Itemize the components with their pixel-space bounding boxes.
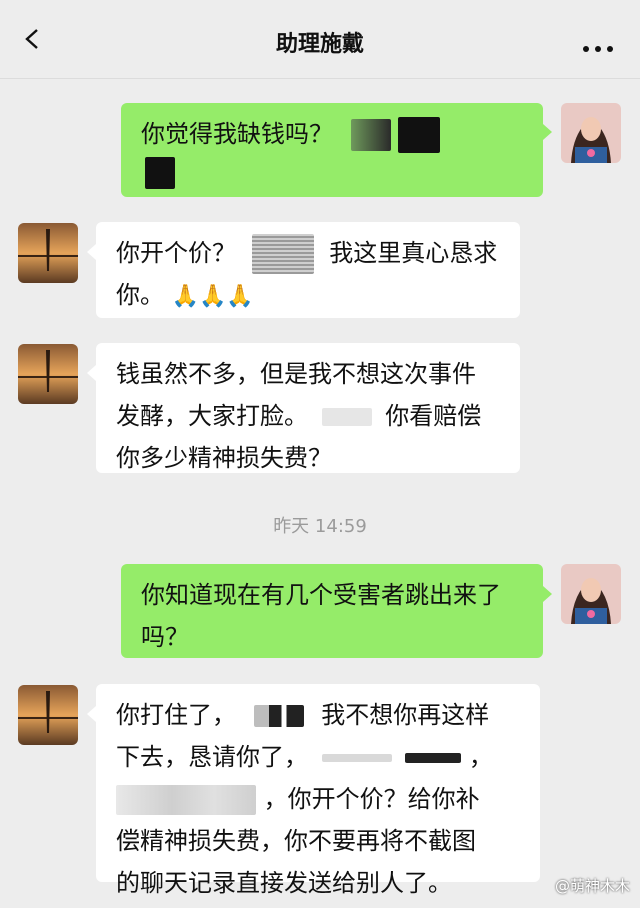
redacted-block (350, 119, 391, 151)
redacted-block (251, 234, 314, 274)
redacted-block (405, 753, 462, 763)
message-text: 的聊天记录直接发送给别人了。 (116, 869, 452, 897)
message-text: ，你开个价？给你补 (263, 785, 480, 813)
redacted-block (321, 754, 392, 762)
message-text: 你。 (116, 281, 164, 309)
message-text: 你开个价？ (116, 239, 236, 267)
bubble-tail (543, 586, 552, 602)
redacted-block (116, 785, 256, 815)
message-text: 你觉得我缺钱吗？ (141, 120, 333, 148)
incoming-message[interactable]: 你开个价？ 我这里真心恳求 你。 🙏🙏🙏 (96, 222, 520, 318)
bubble-tail (543, 124, 552, 140)
message-text: 下去，恳请你了， (116, 743, 308, 771)
bubble-tail (87, 365, 96, 381)
chat-title: 助理施戴 (275, 32, 364, 57)
redacted-block (398, 117, 441, 153)
watermark: @萌神木木 (554, 877, 630, 895)
contact-avatar[interactable] (18, 685, 78, 745)
incoming-message[interactable]: 钱虽然不多，但是我不想这次事件 发酵，大家打脸。 你看赔偿 你多少精神损失费？ (96, 343, 520, 473)
message-text: ， (468, 743, 493, 771)
message-text: 你知道现在有几个受害者跳出来了 (141, 581, 501, 609)
outgoing-message[interactable]: 你知道现在有几个受害者跳出来了 吗？ (121, 564, 543, 658)
redacted-block (253, 705, 304, 727)
timestamp: 昨天 14:59 (273, 516, 367, 537)
redacted-block (321, 408, 372, 426)
bubble-tail (87, 706, 96, 722)
message-text: 你打住了， (116, 701, 236, 729)
outgoing-message[interactable]: 你觉得我缺钱吗？ (121, 103, 543, 197)
message-text: 钱虽然不多，但是我不想这次事件 (116, 360, 476, 388)
self-avatar[interactable] (561, 103, 621, 163)
message-text: 偿精神损失费，你不要再将不截图 (116, 827, 476, 855)
incoming-message[interactable]: 你打住了， 我不想你再这样 下去，恳请你了， ， ，你开个价？给你补 偿精神损失… (96, 684, 540, 897)
message-text: 我不想你再这样 (321, 701, 490, 729)
message-text: 吗？ (141, 623, 189, 651)
self-avatar[interactable] (561, 564, 621, 624)
chat-header: 助理施戴 (0, 0, 640, 79)
message-text: 你多少精神损失费？ (116, 444, 332, 472)
message-text: 发酵，大家打脸。 (116, 402, 308, 430)
message-text: 我这里真心恳求 (329, 239, 498, 267)
contact-avatar[interactable] (18, 223, 78, 283)
redacted-block (145, 157, 175, 189)
more-dots-icon[interactable] (580, 44, 616, 54)
contact-avatar[interactable] (18, 344, 78, 404)
message-text: 你看赔偿 (385, 402, 482, 430)
folded-hands-icon: 🙏🙏🙏 (171, 284, 254, 309)
bubble-tail (87, 244, 96, 260)
